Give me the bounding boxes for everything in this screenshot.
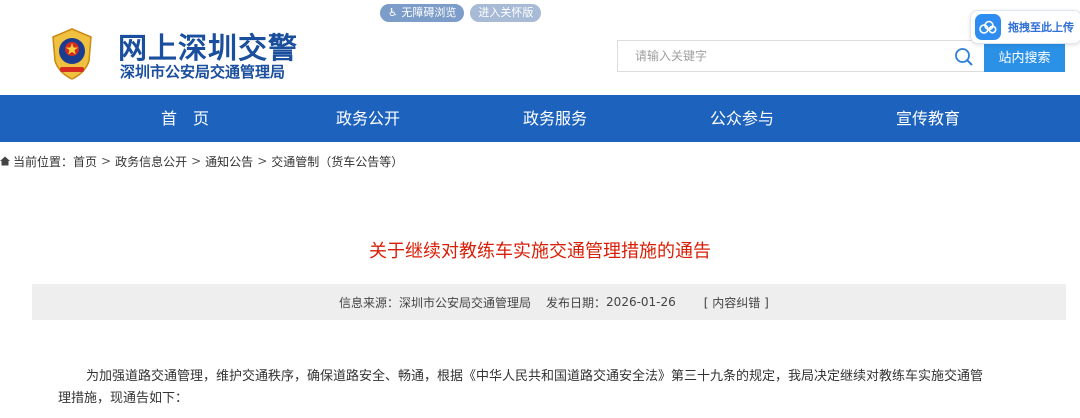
search-input[interactable] (618, 41, 938, 71)
accessibility-link-label: 无障碍浏览 (401, 6, 457, 19)
breadcrumb-government-info[interactable]: 政务信息公开 (115, 153, 187, 170)
breadcrumb-label: 当前位置： (13, 154, 74, 169)
breadcrumb-notices[interactable]: 通知公告 (205, 153, 253, 170)
nav-item-home[interactable]: 首 页 (161, 95, 209, 142)
content-error-link[interactable]: [ 内容纠错 ] (704, 294, 769, 311)
nav-item-government-affairs[interactable]: 政务公开 (336, 95, 400, 142)
paragraph-text: 理措施，现通告如下： (58, 391, 189, 406)
nav-item-government-services[interactable]: 政务服务 (523, 95, 587, 142)
source-value: 深圳市公安局交通管理局 (399, 295, 532, 310)
source-label: 信息来源： (339, 295, 400, 310)
search-box (617, 40, 984, 72)
article-body: 为加强道路交通管理，维护交通秩序，确保道路安全、畅通，根据《中华人民共和国道路交… (58, 366, 1058, 410)
site-search-button[interactable]: 站内搜索 (984, 40, 1065, 72)
cloud-icon (975, 14, 1001, 40)
breadcrumb: 当前位置： 首页 > 政务信息公开 > 通知公告 > 交通管制（货车公告等） (0, 151, 403, 171)
home-icon (0, 156, 10, 166)
header: ♿ 无障碍浏览 进入关怀版 网上深圳交警 深圳市公安局交通管理局 站内搜索 拖拽… (0, 0, 1080, 95)
site-subtitle: 深圳市公安局交通管理局 (120, 63, 286, 81)
search-icon[interactable] (954, 47, 974, 67)
breadcrumb-separator: > (191, 154, 202, 168)
breadcrumb-separator: > (257, 154, 268, 168)
main-nav: 首 页 政务公开 政务服务 公众参与 宣传教育 (0, 95, 1080, 142)
breadcrumb-separator: > (101, 154, 112, 168)
nav-item-public-participation[interactable]: 公众参与 (710, 95, 774, 142)
nav-item-publicity-education[interactable]: 宣传教育 (896, 95, 960, 142)
breadcrumb-home[interactable]: 首页 (73, 153, 97, 170)
care-mode-link[interactable]: 进入关怀版 (470, 4, 542, 22)
paragraph-line: 为加强道路交通管理，维护交通秩序，确保道路安全、畅通，根据《中华人民共和国道路交… (58, 366, 1058, 388)
paragraph-line: 理措施，现通告如下： (58, 388, 1058, 410)
wheelchair-icon: ♿ (388, 6, 398, 19)
date-label: 发布日期： (546, 295, 607, 310)
article-info-bar: 信息来源： 深圳市公安局交通管理局 发布日期： 2026-01-26 [ 内容纠… (32, 284, 1066, 320)
date-value: 2026-01-26 (606, 295, 676, 309)
breadcrumb-traffic-control[interactable]: 交通管制（货车公告等） (271, 153, 403, 170)
police-emblem-logo (52, 28, 92, 80)
article-title: 关于继续对教练车实施交通管理措施的通告 (369, 241, 711, 262)
accessibility-link[interactable]: ♿ 无障碍浏览 (380, 4, 465, 22)
paragraph-text: 为加强道路交通管理，维护交通秩序，确保道路安全、畅通，根据《中华人民共和国道路交… (86, 369, 984, 384)
drag-upload-label: 拖拽至此上传 (1008, 21, 1074, 34)
drag-upload-widget[interactable]: 拖拽至此上传 (970, 10, 1080, 44)
top-links: ♿ 无障碍浏览 进入关怀版 (380, 4, 542, 22)
